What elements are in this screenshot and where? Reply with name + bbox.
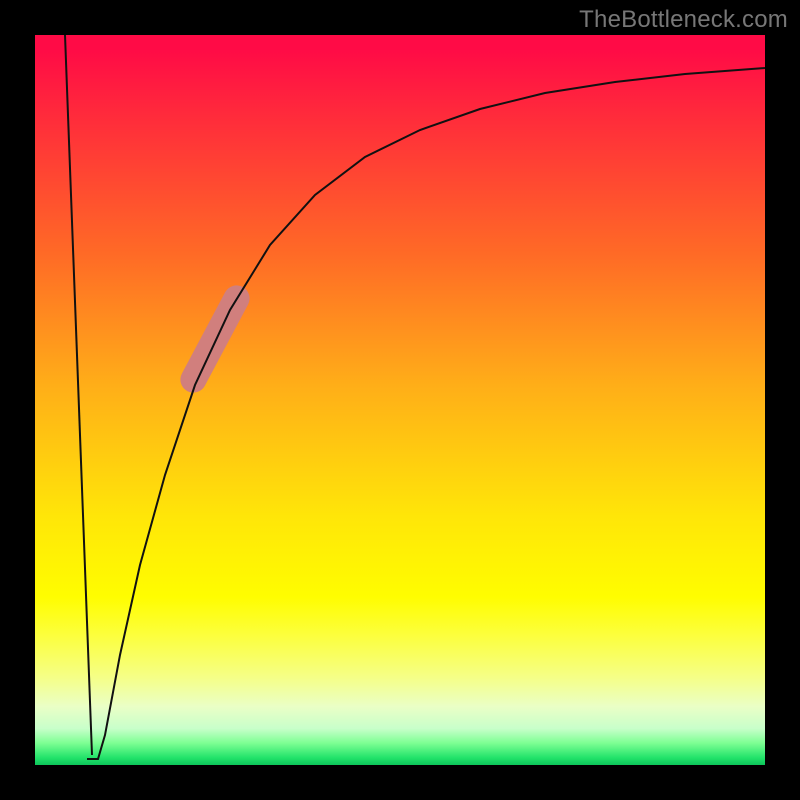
plot-area	[35, 35, 765, 765]
watermark-text: TheBottleneck.com	[579, 6, 788, 34]
chart-frame: TheBottleneck.com	[0, 0, 800, 800]
main-curve	[87, 68, 765, 759]
highlight-marker	[176, 281, 254, 397]
svg-layer	[35, 35, 765, 765]
left-line	[65, 35, 92, 755]
